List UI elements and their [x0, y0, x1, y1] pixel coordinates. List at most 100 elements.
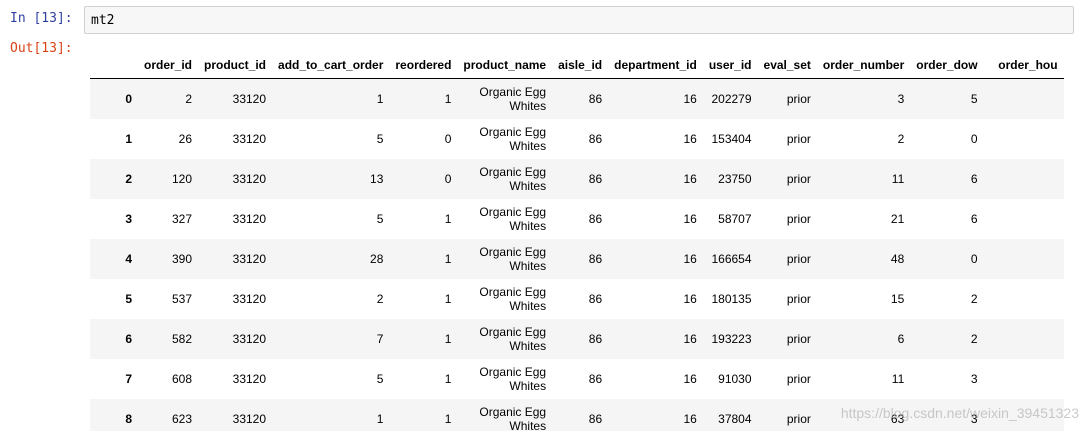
column-header: product_name [457, 52, 553, 79]
table-cell: 86 [588, 172, 603, 186]
table-cell: 537 [171, 292, 193, 306]
table-cell: 21 [890, 212, 905, 226]
table-row: 5 537 33120 2 1 Organic Egg Whites 86 16 180135 p… [90, 279, 1064, 319]
table-cell: 2 [897, 132, 905, 146]
index-header [90, 52, 138, 79]
table-cell: 15 [890, 292, 905, 306]
table-cell: 16 [683, 252, 697, 266]
table-cell: prior [786, 172, 811, 186]
table-cell: 2 [185, 92, 193, 106]
table-cell [984, 399, 1064, 431]
output-dataframe: order_id product_id add_to_cart_order reord… [90, 52, 1070, 431]
header-row: order_id product_id add_to_cart_order reord… [90, 52, 1064, 79]
table-cell: 91030 [718, 372, 752, 386]
table-cell: 33120 [232, 172, 267, 186]
column-header: order_number [816, 52, 911, 79]
table-cell: 33120 [232, 332, 267, 346]
table-cell [984, 79, 1064, 120]
table-cell: 16 [683, 332, 697, 346]
dataframe-table: order_id product_id add_to_cart_order reord… [90, 52, 1064, 431]
table-cell [984, 319, 1064, 359]
table-cell: 1 [444, 212, 452, 226]
table-cell: 153404 [711, 132, 752, 146]
column-header: aisle_id [552, 52, 609, 79]
code-cell-input[interactable]: mt2 [84, 6, 1074, 34]
row-index: 1 [125, 132, 132, 146]
table-cell: 11 [891, 172, 905, 186]
table-cell: prior [786, 372, 811, 386]
table-cell: 86 [588, 252, 603, 266]
table-row: 0 2 33120 1 1 Organic Egg Whites 86 16 202279 pri… [90, 78, 1064, 120]
table-cell [984, 359, 1064, 399]
table-row: 1 26 33120 5 0 Organic Egg Whites 86 16 153404 pr… [90, 119, 1064, 159]
table-cell: 33120 [232, 92, 267, 106]
table-cell: 33120 [232, 292, 267, 306]
table-cell: 86 [588, 372, 603, 386]
table-cell: Organic Egg Whites [479, 125, 547, 153]
table-cell: 2 [376, 292, 384, 306]
column-header: department_id [608, 52, 703, 79]
table-cell: 6 [897, 332, 905, 346]
row-index: 2 [125, 172, 132, 186]
table-cell: 11 [891, 372, 905, 386]
table-cell: 0 [970, 252, 978, 266]
column-header: add_to_cart_order [272, 52, 390, 79]
table-cell: 193223 [711, 332, 752, 346]
table-cell: 582 [171, 332, 193, 346]
table-cell: 202279 [711, 92, 752, 106]
column-header: reordered [389, 52, 458, 79]
table-cell: 0 [444, 172, 452, 186]
table-cell: 16 [683, 372, 697, 386]
table-cell: 5 [376, 132, 384, 146]
table-cell: Organic Egg Whites [479, 205, 547, 233]
table-cell: 37804 [718, 412, 752, 426]
table-cell: 623 [171, 412, 193, 426]
table-cell: 3 [897, 92, 905, 106]
table-cell: Organic Egg Whites [479, 85, 547, 113]
table-cell [984, 239, 1064, 279]
table-cell: prior [786, 412, 811, 426]
table-cell: 48 [890, 252, 905, 266]
row-index: 5 [125, 292, 132, 306]
column-header: product_id [198, 52, 273, 79]
column-header: eval_set [757, 52, 817, 79]
column-header: user_id [702, 52, 758, 79]
table-cell: 16 [683, 132, 697, 146]
table-cell: 86 [588, 132, 603, 146]
table-cell: 33120 [232, 412, 267, 426]
table-cell: 58707 [718, 212, 752, 226]
table-row: 8 623 33120 1 1 Organic Egg Whites 86 16 37804 pr… [90, 399, 1064, 431]
column-header: order_dow [910, 52, 984, 79]
table-cell: 28 [370, 252, 384, 266]
table-cell: 86 [588, 292, 603, 306]
table-cell: 86 [588, 412, 603, 426]
table-cell: 0 [444, 132, 452, 146]
row-index: 7 [125, 372, 132, 386]
table-cell: 1 [444, 292, 452, 306]
table-cell: prior [786, 332, 811, 346]
table-cell: 327 [171, 212, 193, 226]
table-cell: 33120 [232, 212, 267, 226]
table-cell: 6 [970, 212, 978, 226]
row-index: 3 [125, 212, 132, 226]
table-cell: 33120 [232, 252, 267, 266]
table-cell: 120 [171, 172, 193, 186]
table-cell: 33120 [232, 372, 267, 386]
table-cell: 1 [444, 92, 452, 106]
table-cell: 7 [376, 332, 384, 346]
table-row: 7 608 33120 5 1 Organic Egg Whites 86 16 91030 pr… [90, 359, 1064, 399]
table-cell: 86 [588, 92, 603, 106]
table-cell: Organic Egg Whites [479, 405, 547, 431]
table-cell: 16 [683, 292, 697, 306]
table-cell [984, 159, 1064, 199]
table-cell: 6 [970, 172, 978, 186]
table-header: order_id product_id add_to_cart_order reord… [90, 52, 1064, 79]
table-cell: Organic Egg Whites [479, 245, 547, 273]
row-index: 6 [125, 332, 132, 346]
table-cell: 1 [444, 372, 452, 386]
table-row: 6 582 33120 7 1 Organic Egg Whites 86 16 193223 p… [90, 319, 1064, 359]
table-cell: 1 [444, 412, 452, 426]
table-cell: 1 [444, 252, 452, 266]
table-cell: 23750 [718, 172, 752, 186]
table-cell: 1 [444, 332, 452, 346]
